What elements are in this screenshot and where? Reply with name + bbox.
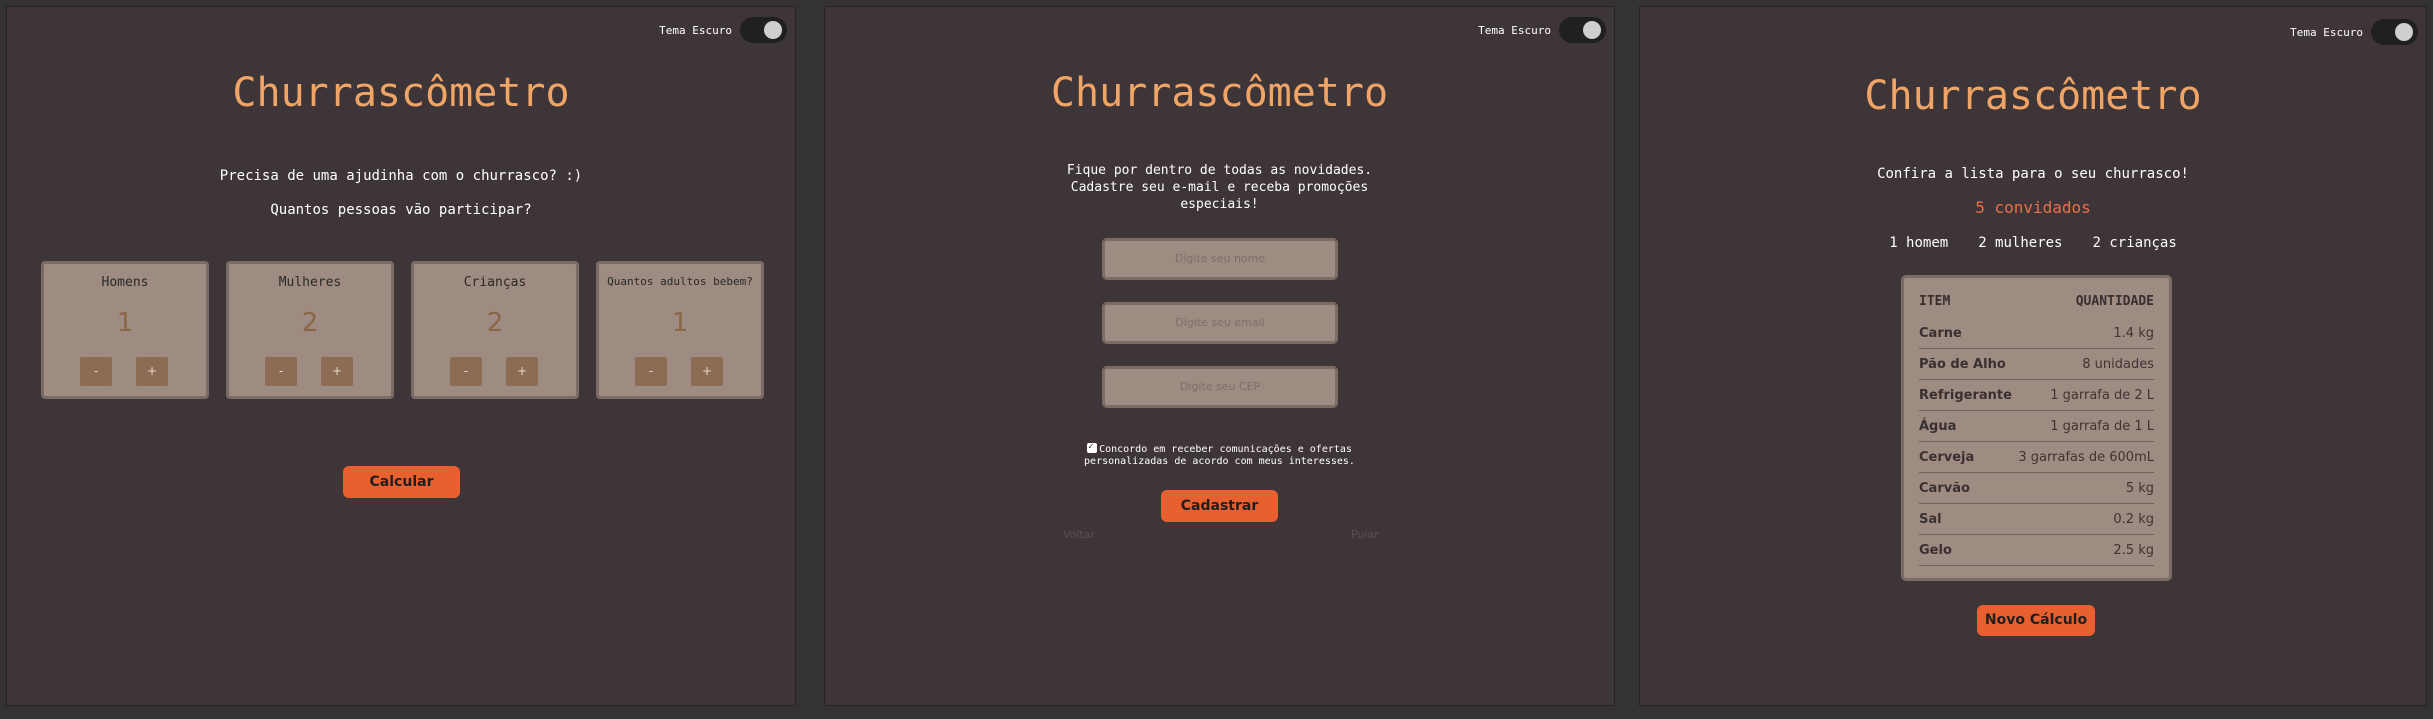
item-quantity: 1 garrafa de 1 L: [2050, 418, 2154, 434]
increment-button[interactable]: +: [136, 357, 168, 386]
signup-panel: Tema Escuro Churrascômetro Fique por den…: [824, 6, 1615, 706]
counter-label: Homens: [101, 275, 149, 290]
consent-text: Concordo em receber comunicações e ofert…: [1099, 444, 1352, 455]
theme-toggle-label: Tema Escuro: [1478, 23, 1551, 37]
item-name: Sal: [1919, 511, 1942, 527]
list-item: Refrigerante 1 garrafa de 2 L: [1919, 380, 2154, 411]
app-title: Churrascômetro: [1864, 73, 2202, 119]
participants-question: Quantos pessoas vão participar?: [270, 202, 532, 218]
counter-card-women: Mulheres 2 - +: [226, 261, 394, 399]
list-item: Sal 0.2 kg: [1919, 504, 2154, 535]
consent-block: Concordo em receber comunicações e ofert…: [825, 441, 1614, 468]
decrement-button[interactable]: -: [635, 357, 667, 386]
theme-toggle-label: Tema Escuro: [659, 23, 732, 37]
calculate-button[interactable]: Calcular: [343, 466, 460, 498]
intro-line: especiais!: [1180, 197, 1259, 212]
toggle-knob: [764, 21, 782, 39]
counter-card-men: Homens 1 - +: [41, 261, 209, 399]
app-title: Churrascômetro: [232, 70, 570, 116]
consent-text: personalizadas de acordo com meus intere…: [1084, 456, 1355, 467]
results-panel: Tema Escuro Churrascômetro Confira a lis…: [1639, 6, 2427, 706]
item-quantity: 1 garrafa de 2 L: [2050, 387, 2154, 403]
toggle-knob: [1583, 21, 1601, 39]
item-name: Cerveja: [1919, 449, 1975, 465]
counter-label: Mulheres: [278, 275, 342, 290]
newsletter-intro: Fique por dentro de todas as novidades. …: [825, 162, 1614, 213]
theme-toggle-label: Tema Escuro: [2290, 25, 2363, 39]
item-name: Carvão: [1919, 480, 1970, 496]
item-name: Pão de Alho: [1919, 356, 2006, 372]
signup-button[interactable]: Cadastrar: [1161, 490, 1278, 522]
email-field[interactable]: Digite seu email: [1102, 302, 1338, 344]
counter-card-drinkers: Quantos adultos bebem? 1 - +: [596, 261, 764, 399]
counter-value: 2: [301, 308, 319, 338]
men-count: 1 homem: [1889, 235, 1949, 251]
theme-toggle-switch[interactable]: [1559, 17, 1606, 43]
item-quantity: 5 kg: [2125, 480, 2154, 496]
cep-field[interactable]: Digite seu CEP: [1102, 366, 1338, 408]
new-calculation-button[interactable]: Novo Cálculo: [1977, 605, 2095, 636]
item-name: Água: [1919, 418, 1957, 434]
decrement-button[interactable]: -: [450, 357, 482, 386]
help-question: Precisa de uma ajudinha com o churrasco?…: [219, 168, 583, 184]
intro-line: Fique por dentro de todas as novidades.: [1066, 163, 1373, 178]
counter-card-children: Crianças 2 - +: [411, 261, 579, 399]
theme-toggle-group: Tema Escuro: [1478, 17, 1606, 43]
item-quantity: 1.4 kg: [2113, 325, 2154, 341]
women-count: 2 mulheres: [1978, 235, 2063, 251]
list-item: Carne 1.4 kg: [1919, 318, 2154, 349]
back-link[interactable]: Voltar: [1063, 528, 1095, 541]
guests-breakdown: 1 homem 2 mulheres 2 crianças: [1640, 235, 2426, 251]
counter-value: 1: [671, 308, 689, 338]
column-header-item: ITEM: [1919, 294, 1951, 309]
item-quantity: 0.2 kg: [2113, 511, 2154, 527]
counter-label: Quantos adultos bebem?: [607, 275, 753, 288]
item-name: Refrigerante: [1919, 387, 2012, 403]
children-count: 2 crianças: [2092, 235, 2177, 251]
list-item: Gelo 2.5 kg: [1919, 535, 2154, 566]
consent-checkbox[interactable]: [1087, 441, 1098, 453]
list-item: Pão de Alho 8 unidades: [1919, 349, 2154, 380]
guests-total: 5 convidados: [1975, 198, 2091, 217]
theme-toggle-group: Tema Escuro: [2290, 19, 2418, 45]
list-item: Cerveja 3 garrafas de 600mL: [1919, 442, 2154, 473]
list-header: ITEM QUANTIDADE: [1919, 294, 2154, 312]
increment-button[interactable]: +: [321, 357, 353, 386]
counter-label: Crianças: [463, 275, 527, 290]
item-quantity: 8 unidades: [2082, 356, 2154, 372]
increment-button[interactable]: +: [506, 357, 538, 386]
decrement-button[interactable]: -: [80, 357, 112, 386]
list-item: Água 1 garrafa de 1 L: [1919, 411, 2154, 442]
column-header-quantity: QUANTIDADE: [2075, 294, 2154, 309]
intro-line: Cadastre seu e-mail e receba promoções: [1070, 180, 1369, 195]
decrement-button[interactable]: -: [265, 357, 297, 386]
theme-toggle-switch[interactable]: [740, 17, 787, 43]
counter-value: 2: [486, 308, 504, 338]
skip-link[interactable]: Pular: [1351, 528, 1379, 541]
counter-value: 1: [116, 308, 134, 338]
item-quantity: 2.5 kg: [2113, 542, 2154, 558]
item-name: Gelo: [1919, 542, 1952, 558]
app-title: Churrascômetro: [1050, 70, 1389, 116]
item-name: Carne: [1919, 325, 1962, 341]
results-heading: Confira a lista para o seu churrasco!: [1877, 166, 2189, 182]
calculator-panel: Tema Escuro Churrascômetro Precisa de um…: [6, 6, 796, 706]
theme-toggle-group: Tema Escuro: [659, 17, 787, 43]
shopping-list: ITEM QUANTIDADE Carne 1.4 kg Pão de Alho 8…: [1901, 275, 2172, 581]
list-item: Carvão 5 kg: [1919, 473, 2154, 504]
theme-toggle-switch[interactable]: [2371, 19, 2418, 45]
toggle-knob: [2395, 23, 2413, 41]
increment-button[interactable]: +: [691, 357, 723, 386]
name-field[interactable]: Digite seu nome: [1102, 238, 1338, 280]
item-quantity: 3 garrafas de 600mL: [2018, 449, 2154, 465]
